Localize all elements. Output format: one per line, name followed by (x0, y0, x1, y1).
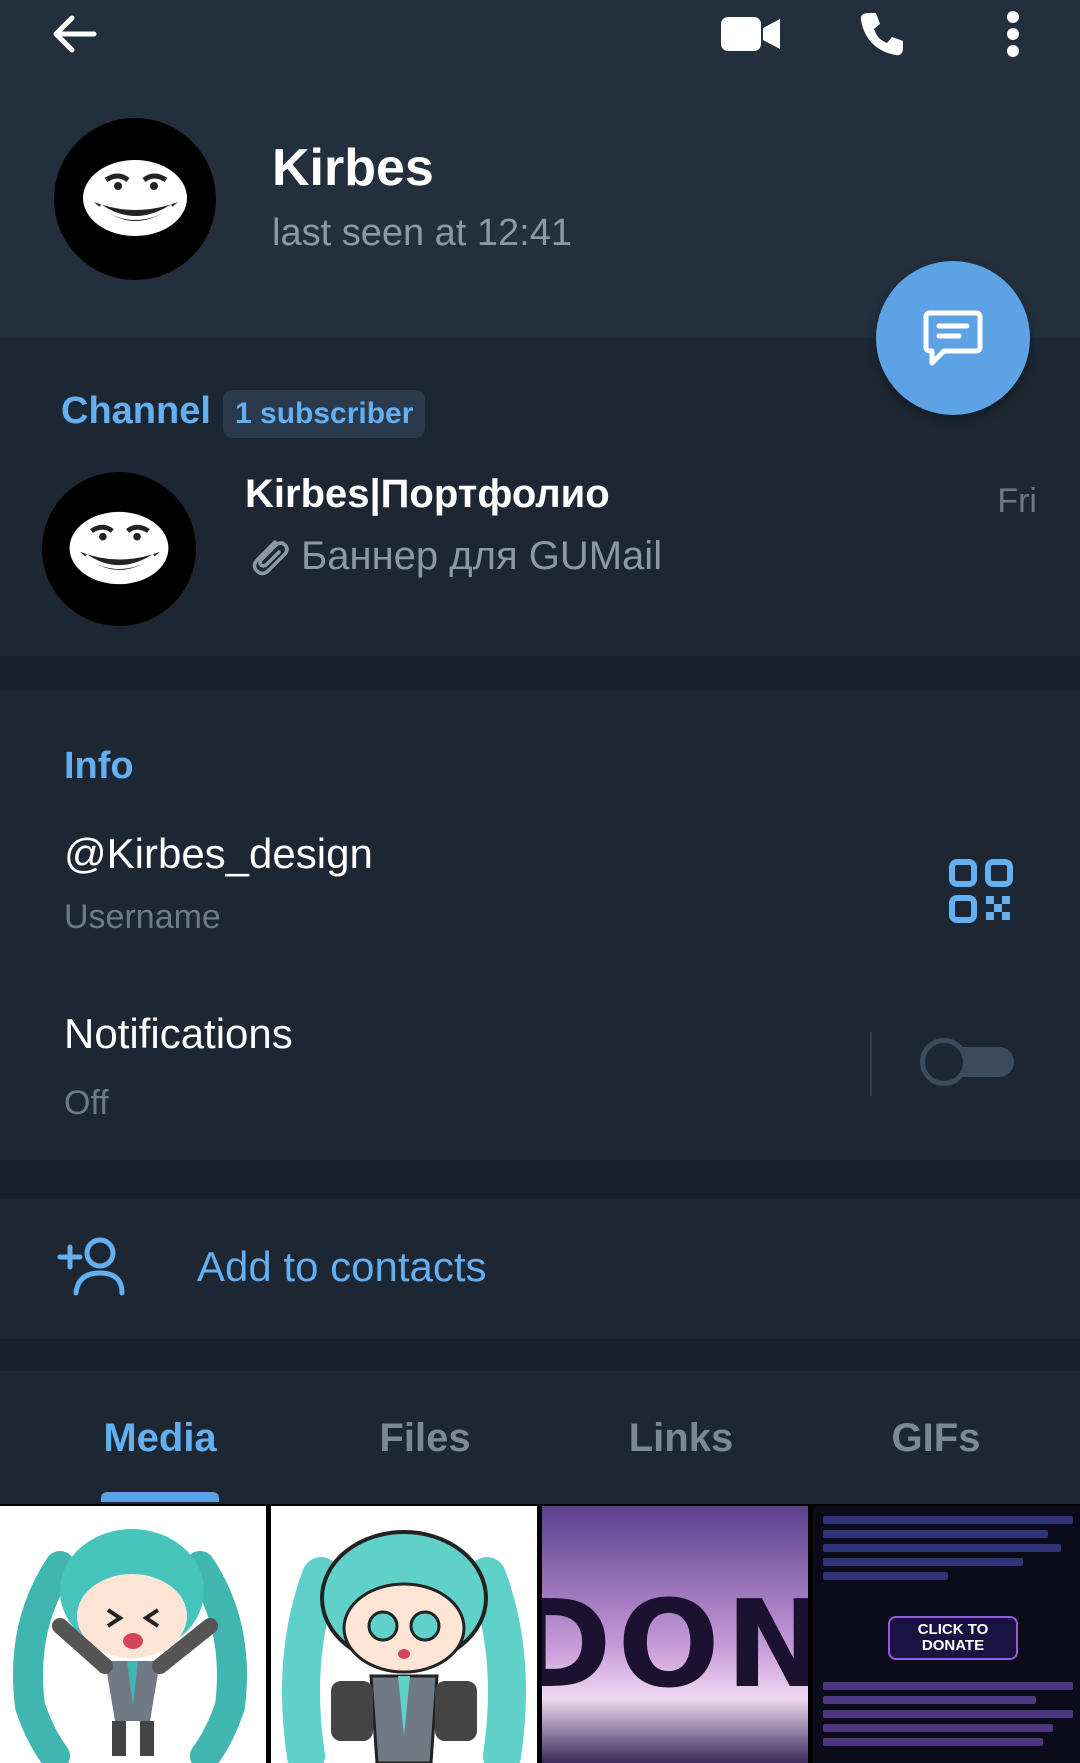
troll-face-icon (83, 160, 187, 236)
image-text-lines (823, 1510, 1073, 1586)
more-options-button[interactable] (963, 0, 1063, 68)
tab-links[interactable]: Links (546, 1416, 816, 1461)
media-thumbnail[interactable]: CLICK TO DONATE (813, 1506, 1080, 1763)
message-icon (923, 310, 983, 366)
channel-last-message[interactable]: Баннер для GUMail (245, 532, 662, 580)
section-divider (0, 656, 1080, 690)
paperclip-icon (252, 540, 289, 576)
donate-line2: DONATE (921, 1637, 985, 1654)
send-message-fab[interactable] (876, 261, 1030, 415)
channel-avatar[interactable] (42, 472, 196, 626)
username-label: Username (64, 898, 221, 936)
tab-files[interactable]: Files (290, 1416, 560, 1461)
add-to-contacts-label: Add to contacts (197, 1243, 487, 1290)
profile-avatar[interactable] (54, 118, 216, 280)
tab-media[interactable]: Media (25, 1416, 295, 1461)
active-tab-indicator (101, 1492, 219, 1502)
more-vertical-icon (1007, 11, 1019, 57)
info-heading: Info (64, 745, 134, 787)
back-button[interactable] (25, 0, 125, 68)
channel-message-date: Fri (997, 482, 1037, 520)
phone-icon (860, 13, 903, 56)
video-call-button[interactable] (701, 0, 801, 68)
username-value[interactable]: @Kirbes_design (64, 830, 373, 878)
section-divider (0, 1160, 1080, 1199)
notifications-status: Off (64, 1084, 109, 1122)
last-message-text: Баннер для GUMail (301, 533, 663, 578)
video-camera-icon (721, 17, 780, 51)
last-seen-status: last seen at 12:41 (272, 212, 572, 254)
image-donate-button: CLICK TO DONATE (888, 1616, 1018, 1660)
tab-gifs[interactable]: GIFs (801, 1416, 1071, 1461)
channel-title[interactable]: Kirbes|Портфолио (245, 472, 610, 517)
qr-code-icon (949, 859, 1013, 923)
qr-code-button[interactable] (948, 858, 1014, 924)
notifications-divider (870, 1032, 872, 1096)
media-grid: DONA CLICK TO DONATE (0, 1504, 1080, 1763)
toggle-knob (920, 1038, 968, 1086)
donate-line1: CLICK TO (917, 1621, 989, 1638)
media-thumbnail[interactable] (271, 1506, 537, 1763)
shared-media-tabs: Media Files Links GIFs (0, 1371, 1080, 1504)
notifications-toggle[interactable] (920, 1038, 1014, 1086)
add-user-icon (57, 1237, 125, 1296)
section-divider (0, 1339, 1080, 1371)
media-thumbnail[interactable]: DONA (542, 1506, 808, 1763)
voice-call-button[interactable] (832, 0, 932, 68)
image-text-lines (823, 1676, 1073, 1752)
chibi-character-image (13, 1529, 247, 1763)
chibi-character-image (282, 1530, 526, 1763)
channel-heading: Channel (61, 390, 211, 432)
profile-name: Kirbes (272, 139, 434, 197)
add-to-contacts-row[interactable]: Add to contacts (0, 1199, 1080, 1339)
image-text-dona: DONA (542, 1576, 808, 1715)
notifications-label[interactable]: Notifications (64, 1010, 293, 1058)
troll-face-icon (69, 511, 169, 585)
info-section: Info @Kirbes_design Username Notificatio… (0, 690, 1080, 1160)
arrow-left-icon (53, 15, 97, 53)
media-thumbnail[interactable] (0, 1506, 266, 1763)
subscriber-badge: 1 subscriber (223, 390, 426, 438)
